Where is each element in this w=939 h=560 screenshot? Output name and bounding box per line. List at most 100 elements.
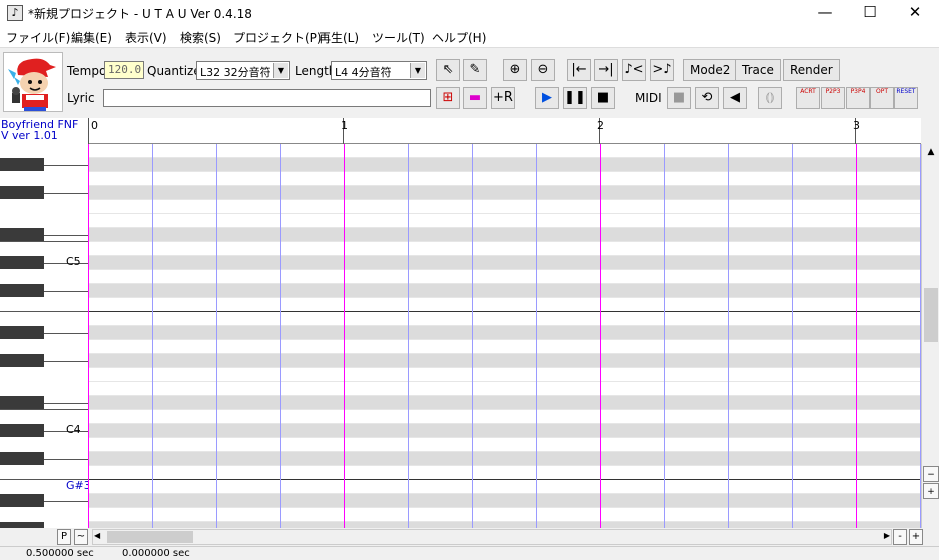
- vertical-scroll-thumb[interactable]: [924, 288, 938, 342]
- grid-row[interactable]: [88, 242, 921, 256]
- grid-row[interactable]: [88, 172, 921, 186]
- grid-row[interactable]: [88, 494, 921, 508]
- speaker-button[interactable]: ◀: [723, 87, 747, 109]
- minimize-button[interactable]: —: [802, 0, 848, 26]
- black-key[interactable]: [0, 228, 44, 241]
- horizontal-zoom-in-button[interactable]: +: [909, 529, 923, 545]
- scroll-right-arrow-icon[interactable]: ▶: [884, 531, 890, 540]
- tempo-input[interactable]: 120.0: [104, 61, 144, 79]
- black-key[interactable]: [0, 284, 44, 297]
- insert-note-button[interactable]: ⊞: [436, 87, 460, 109]
- vertical-scrollbar[interactable]: ▲ − +: [921, 144, 939, 528]
- grid-row[interactable]: [88, 438, 921, 452]
- grid-row[interactable]: [88, 382, 921, 396]
- menu-project[interactable]: プロジェクト(P): [233, 29, 322, 46]
- grid-row[interactable]: [88, 200, 921, 214]
- menu-file[interactable]: ファイル(F): [6, 29, 70, 46]
- note-right-icon: >♪: [652, 62, 672, 77]
- mode2-button[interactable]: Mode2: [683, 59, 738, 81]
- grid-row[interactable]: [88, 186, 921, 200]
- insert-rest-button[interactable]: ▬: [463, 87, 487, 109]
- maximize-button[interactable]: ☐: [847, 0, 893, 26]
- close-button[interactable]: ✕: [892, 0, 938, 26]
- grid-row[interactable]: [88, 410, 921, 424]
- quantize-select[interactable]: L32 32分音符 ▼: [196, 61, 290, 80]
- note-next-button[interactable]: >♪: [650, 59, 674, 81]
- horizontal-zoom-out-button[interactable]: -: [893, 529, 907, 545]
- headphones-button[interactable]: ⦅⦆: [758, 87, 782, 109]
- grid-row[interactable]: [88, 298, 921, 312]
- menu-edit[interactable]: 編集(E): [71, 29, 112, 46]
- insert-r-button[interactable]: +R: [491, 87, 515, 109]
- note-prev-button[interactable]: ♪<: [622, 59, 646, 81]
- lyric-input[interactable]: [103, 89, 431, 107]
- p-button[interactable]: P: [57, 529, 71, 545]
- grid-row[interactable]: [88, 452, 921, 466]
- scroll-left-arrow-icon[interactable]: ◀: [94, 531, 100, 540]
- grid-row[interactable]: [88, 256, 921, 270]
- measure-ruler[interactable]: 0 1 2 3: [88, 118, 921, 144]
- acrt-button[interactable]: ACRT: [796, 87, 820, 109]
- grid-row[interactable]: [88, 270, 921, 284]
- grid-row[interactable]: [88, 144, 921, 158]
- render-button[interactable]: Render: [783, 59, 840, 81]
- grid-row[interactable]: [88, 326, 921, 340]
- singer-info[interactable]: Boyfriend FNF V ver 1.01: [0, 118, 88, 144]
- grid-row[interactable]: [88, 508, 921, 522]
- scroll-up-arrow-icon[interactable]: ▲: [923, 144, 939, 160]
- black-key[interactable]: [0, 424, 44, 437]
- grid-row[interactable]: [88, 424, 921, 438]
- grid-row[interactable]: [88, 340, 921, 354]
- black-key[interactable]: [0, 256, 44, 269]
- grid-row[interactable]: [88, 354, 921, 368]
- black-key[interactable]: [0, 158, 44, 171]
- go-to-start-button[interactable]: |←: [567, 59, 591, 81]
- vertical-zoom-in-button[interactable]: +: [923, 483, 939, 499]
- grid-row[interactable]: [88, 214, 921, 228]
- pause-icon: ❚❚: [564, 90, 586, 105]
- grid-row[interactable]: [88, 158, 921, 172]
- grid-row[interactable]: [88, 228, 921, 242]
- menu-search[interactable]: 検索(S): [180, 29, 221, 46]
- menu-tools[interactable]: ツール(T): [372, 29, 425, 46]
- grid-row[interactable]: [88, 284, 921, 298]
- grid-row[interactable]: [88, 396, 921, 410]
- menu-help[interactable]: ヘルプ(H): [432, 29, 486, 46]
- length-select[interactable]: L4 4分音符 ▼: [331, 61, 427, 80]
- pencil-tool-button[interactable]: ✎: [463, 59, 487, 81]
- loop-button[interactable]: ⟲: [695, 87, 719, 109]
- black-key[interactable]: [0, 396, 44, 409]
- black-key[interactable]: [0, 186, 44, 199]
- grid-row[interactable]: [88, 368, 921, 382]
- p3p4-button[interactable]: P3P4: [846, 87, 870, 109]
- zoom-out-button[interactable]: ⊖: [531, 59, 555, 81]
- grid-row[interactable]: [88, 466, 921, 480]
- piano-roll-grid[interactable]: [88, 144, 921, 528]
- trace-button[interactable]: Trace: [735, 59, 781, 81]
- pause-button[interactable]: ❚❚: [563, 87, 587, 109]
- play-button[interactable]: ▶: [535, 87, 559, 109]
- record-button[interactable]: ■: [667, 87, 691, 109]
- opt-button[interactable]: OPT: [870, 87, 894, 109]
- stop-button[interactable]: ■: [591, 87, 615, 109]
- black-key[interactable]: [0, 494, 44, 507]
- go-to-end-button[interactable]: →|: [594, 59, 618, 81]
- horizontal-scrollbar[interactable]: ◀ ▶: [92, 529, 892, 545]
- black-key[interactable]: [0, 452, 44, 465]
- vertical-zoom-out-button[interactable]: −: [923, 466, 939, 482]
- menu-playback[interactable]: 再生(L): [319, 29, 359, 46]
- p2p3-button[interactable]: P2P3: [821, 87, 845, 109]
- black-key[interactable]: [0, 354, 44, 367]
- piano-keyboard[interactable]: C5 C4 G#3: [0, 144, 88, 528]
- black-key[interactable]: [0, 326, 44, 339]
- singer-avatar[interactable]: [3, 52, 63, 112]
- horizontal-scroll-thumb[interactable]: [107, 531, 193, 543]
- grid-row[interactable]: [88, 312, 921, 326]
- select-arrow-tool-button[interactable]: ⇖: [436, 59, 460, 81]
- menu-view[interactable]: 表示(V): [125, 29, 167, 46]
- tilde-button[interactable]: ~: [74, 529, 88, 545]
- reset-button[interactable]: RESET: [894, 87, 918, 109]
- zoom-in-button[interactable]: ⊕: [503, 59, 527, 81]
- grid-row[interactable]: [88, 480, 921, 494]
- music-note-icon[interactable]: ♪: [7, 5, 23, 21]
